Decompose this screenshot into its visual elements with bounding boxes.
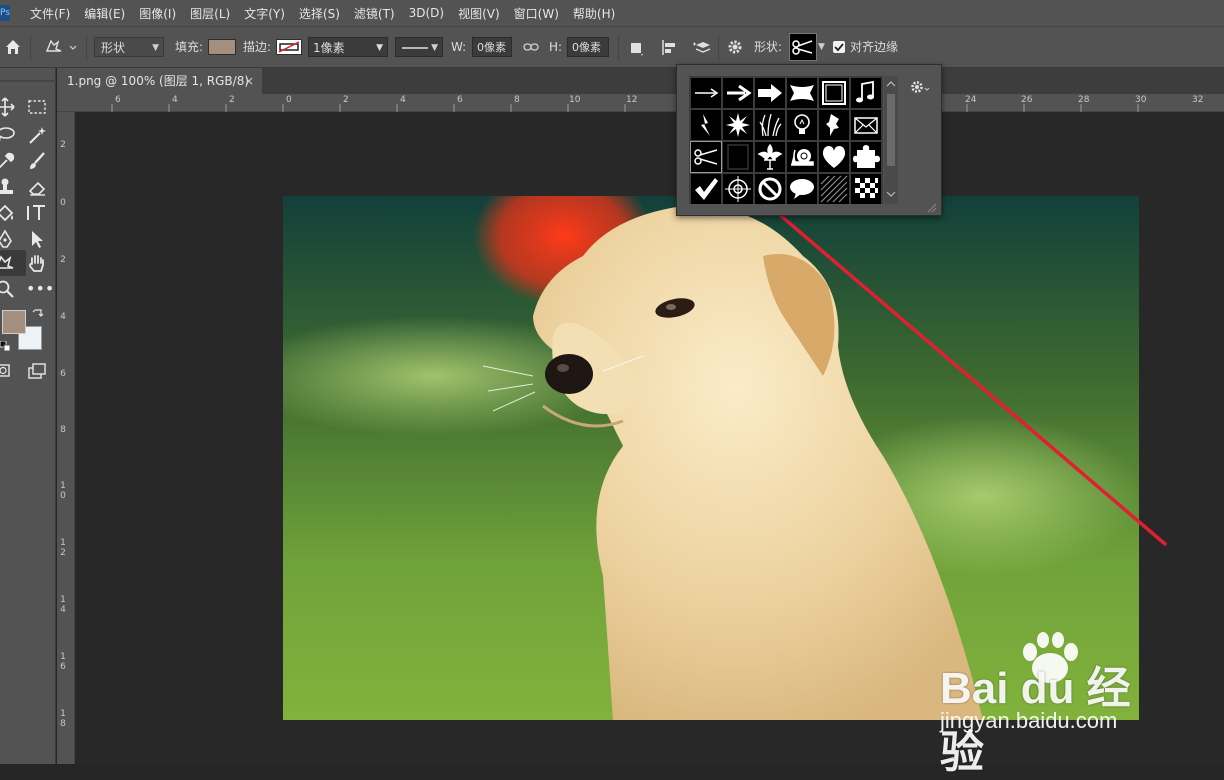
shape-cell-blank-frame[interactable] [723, 142, 753, 172]
speech-bubble-icon [790, 179, 814, 199]
snail-icon [791, 149, 814, 166]
lightning-icon [701, 114, 710, 136]
shape-cell-lightning[interactable] [691, 110, 721, 140]
shape-cell-snail[interactable] [787, 142, 817, 172]
frame-icon [822, 81, 846, 105]
shape-cell-grass[interactable] [755, 110, 785, 140]
baidu-watermark: Bai du 经验 jingyan.baidu.com [940, 630, 1160, 777]
shape-cell-scissors[interactable] [690, 141, 722, 173]
grass-icon [759, 113, 782, 137]
watermark-url: jingyan.baidu.com [940, 708, 1118, 733]
blank-frame-icon [727, 144, 749, 170]
shape-grid [689, 76, 883, 204]
shape-cell-puzzle-piece[interactable] [851, 142, 881, 172]
gear-icon[interactable] [909, 79, 931, 97]
arrow-icon [727, 84, 752, 102]
shape-cell-starburst[interactable] [723, 110, 753, 140]
shape-cell-heart[interactable] [819, 142, 849, 172]
shape-cell-thin-arrow[interactable] [691, 78, 721, 108]
shape-cell-envelope[interactable] [851, 110, 881, 140]
shape-cell-hatch-pattern[interactable] [819, 174, 849, 204]
shape-cell-no-sign[interactable] [755, 174, 785, 204]
shape-cell-fleur-de-lis[interactable] [755, 142, 785, 172]
checkerboard-icon [855, 178, 878, 198]
music-note-icon [856, 80, 874, 103]
shape-cell-bold-arrow[interactable] [755, 78, 785, 108]
banner-icon [790, 85, 814, 101]
scissors-icon [694, 149, 718, 165]
pushpin-icon [826, 114, 839, 136]
shape-cell-checkerboard[interactable] [851, 174, 881, 204]
envelope-icon [854, 117, 878, 134]
checkmark-icon [695, 178, 718, 200]
bold-arrow-icon [758, 84, 782, 102]
resize-handle-icon[interactable] [925, 201, 937, 213]
hatch-pattern-icon [820, 175, 848, 203]
shape-cell-frame[interactable] [819, 78, 849, 108]
fleur-de-lis-icon [757, 143, 783, 170]
lightbulb-icon [794, 114, 810, 134]
shape-cell-arrow[interactable] [723, 78, 753, 108]
starburst-icon [726, 113, 750, 137]
shape-cell-checkmark[interactable] [691, 174, 721, 204]
shape-cell-speech-bubble[interactable] [787, 174, 817, 204]
target-icon [725, 176, 751, 202]
shape-cell-music-note[interactable] [851, 78, 881, 108]
thin-arrow-icon [695, 88, 719, 98]
no-sign-icon [758, 177, 782, 201]
puzzle-piece-icon [853, 145, 880, 168]
heart-icon [822, 146, 846, 168]
shape-grid-scrollbar[interactable] [884, 76, 898, 204]
shape-cell-lightbulb[interactable] [787, 110, 817, 140]
shape-cell-pushpin[interactable] [819, 110, 849, 140]
shape-cell-banner[interactable] [787, 78, 817, 108]
shape-cell-target[interactable] [723, 174, 753, 204]
shape-picker-panel [676, 64, 942, 216]
